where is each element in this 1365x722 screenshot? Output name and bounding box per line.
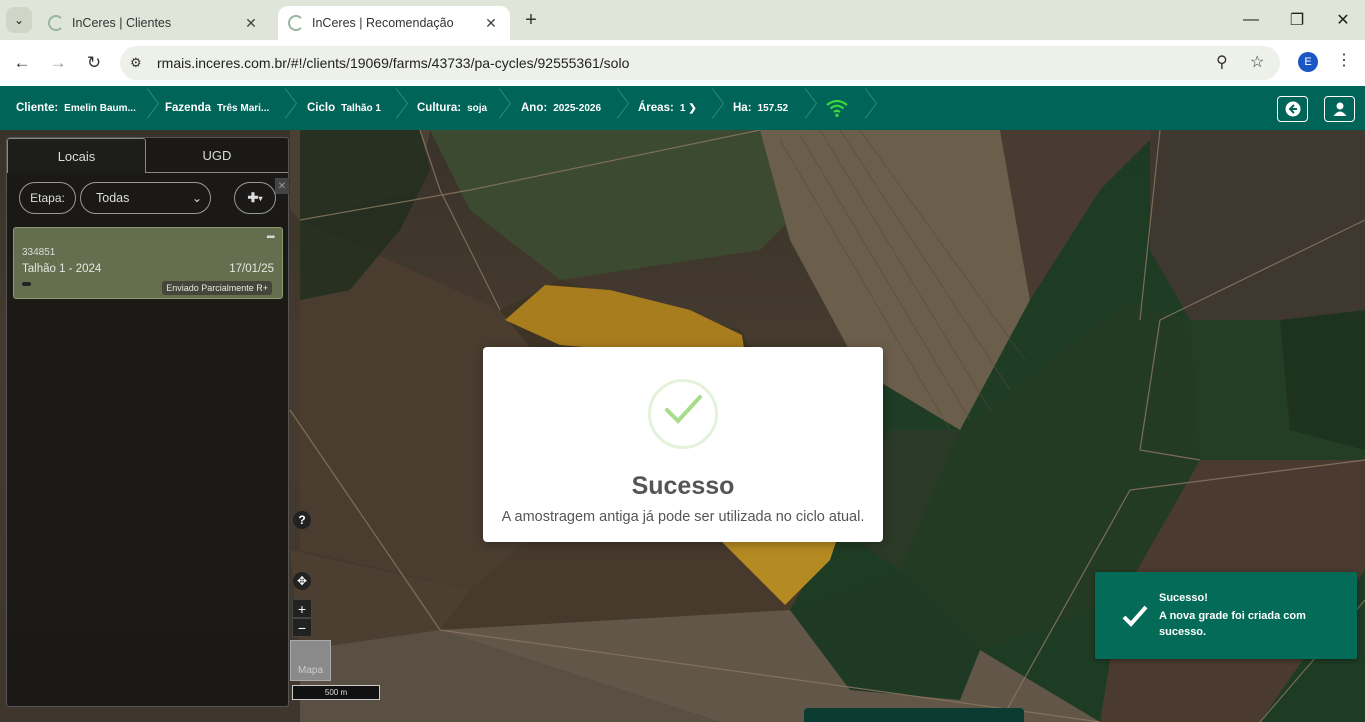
breadcrumb-separator [856,86,872,130]
new-tab-button[interactable]: + [520,9,542,32]
tab-ugd[interactable]: UGD [146,138,288,173]
check-icon [1122,605,1148,627]
back-button[interactable]: ← [10,51,34,75]
modal-message: A amostragem antiga já pode ser utilizad… [501,509,865,525]
layer-switcher[interactable]: Mapa [290,640,331,681]
cultura-value: soja [467,102,488,114]
tab-title: InCeres | Recomendação [312,16,454,30]
etapa-label: Etapa: [19,182,76,214]
site-settings-icon[interactable]: ⚙ [130,55,146,71]
forward-button[interactable]: → [46,51,70,75]
breadcrumb-separator [703,86,719,130]
location-card[interactable]: ▪▪▪ 334851 Talhão 1 - 2024 17/01/25 Envi… [13,227,283,299]
panel-tabs: Locais UGD [7,138,288,173]
scale-bar: 500 m [292,685,380,700]
chevron-down-icon: ⌄ [13,13,25,27]
close-tab-icon[interactable]: ✕ [482,15,500,32]
bottom-drawer-handle[interactable] [804,708,1024,722]
success-modal: Sucesso A amostragem antiga já pode ser … [483,347,883,542]
arrow-left-icon [1285,101,1300,117]
breadcrumb-separator [387,86,403,130]
breadcrumb-ano[interactable]: Ano: 2025-2026 [521,86,601,130]
close-tab-icon[interactable]: ✕ [242,15,260,32]
cliente-value: Emelin Baum... [64,102,136,114]
layer-label: Mapa [297,665,323,676]
app-header: Cliente: Emelin Baum... Fazenda Três Mar… [0,86,1365,130]
caret-down-icon: ▾ [258,193,263,203]
breadcrumb-separator [608,86,624,130]
move-icon[interactable]: ✥ [293,572,311,590]
etapa-select[interactable]: Todas ⌄ [80,182,211,214]
ano-value: 2025-2026 [553,102,602,114]
profile-avatar[interactable]: E [1298,52,1318,72]
plus-icon: ✚ [247,190,259,205]
success-toast[interactable]: Sucesso! A nova grade foi criada com suc… [1095,572,1357,659]
ciclo-value: Talhão 1 [341,102,381,114]
ha-label: Ha: [733,102,752,114]
card-name: Talhão 1 - 2024 [22,263,102,275]
ciclo-label: Ciclo [307,102,336,114]
breadcrumb-areas[interactable]: Áreas: 1 ❯ [638,86,697,130]
bookmark-star-icon[interactable]: ☆ [1250,52,1264,72]
browser-toolbar: ← → ↻ ⚙ rmais.inceres.com.br/#!/clients/… [0,40,1365,86]
breadcrumb-cultura[interactable]: Cultura: soja [417,86,487,130]
breadcrumb-separator [796,86,812,130]
status-badge: Enviado Parcialmente R+ [162,281,272,295]
fazenda-value: Três Mari... [217,102,270,114]
breadcrumb-ciclo[interactable]: Ciclo Talhão 1 [307,86,381,130]
breadcrumb-fazenda[interactable]: Fazenda Três Mari... [165,86,269,130]
address-bar[interactable]: ⚙ rmais.inceres.com.br/#!/clients/19069/… [120,46,1280,80]
breadcrumb-cliente[interactable]: Cliente: Emelin Baum... [16,86,136,130]
card-id: 334851 [22,247,56,258]
breadcrumb-separator [138,86,154,130]
areas-label: Áreas: [638,102,674,114]
ha-value: 157.52 [757,102,789,114]
inceres-favicon-icon [288,15,304,31]
modal-title: Sucesso [631,472,735,500]
tab-locais[interactable]: Locais [7,138,146,173]
fazenda-label: Fazenda [165,102,212,114]
breadcrumb-ha: Ha: 157.52 [733,86,788,130]
reload-button[interactable]: ↻ [82,51,106,75]
areas-value: 1 [679,102,686,114]
cliente-label: Cliente: [16,102,59,114]
toast-message: A nova grade foi criada com sucesso. [1159,610,1306,638]
minimize-button[interactable]: — [1228,0,1274,40]
browser-tab-clientes[interactable]: InCeres | Clientes ✕ [38,6,270,40]
browser-tabstrip: ⌄ InCeres | Clientes ✕ InCeres | Recomen… [0,0,1365,40]
card-indicator [22,282,31,286]
zoom-out-button[interactable]: − [292,618,312,637]
toast-title: Sucesso! [1159,592,1208,604]
collapse-panel-icon[interactable]: ✕ [275,178,289,194]
tab-search-button[interactable]: ⌄ [6,7,32,33]
add-menu-button[interactable]: ✚ ▾ [234,182,276,214]
chevron-down-icon: ❯ [688,102,697,114]
locais-panel: Locais UGD ✕ Etapa: Todas ⌄ ✚ ▾ ▪▪▪ 33485… [6,137,289,707]
etapa-selected-value: Todas [96,191,130,205]
check-icon [665,395,702,424]
chevron-down-icon: ⌄ [191,191,202,205]
ano-label: Ano: [521,102,548,114]
card-menu-icon[interactable]: ▪▪▪ [266,232,275,243]
zoom-in-button[interactable]: + [292,599,312,618]
breadcrumb-separator [276,86,292,130]
wifi-icon [826,99,848,117]
inceres-favicon-icon [48,15,64,31]
browser-menu-icon[interactable]: ⋮ [1336,50,1352,70]
zoom-icon[interactable]: ⚲ [1216,52,1228,72]
browser-tab-recomendacao[interactable]: InCeres | Recomendação ✕ [278,6,510,40]
close-window-button[interactable]: ✕ [1320,0,1365,40]
user-icon [1333,102,1346,116]
url-text[interactable]: rmais.inceres.com.br/#!/clients/19069/fa… [157,55,629,71]
help-button[interactable]: ? [293,511,311,529]
cultura-label: Cultura: [417,102,462,114]
restore-button[interactable]: ❐ [1274,0,1320,40]
user-menu-button[interactable] [1324,96,1355,122]
back-arrow-button[interactable] [1277,96,1308,122]
breadcrumb-separator [490,86,506,130]
tab-title: InCeres | Clientes [72,16,172,30]
card-date: 17/01/25 [229,263,274,275]
